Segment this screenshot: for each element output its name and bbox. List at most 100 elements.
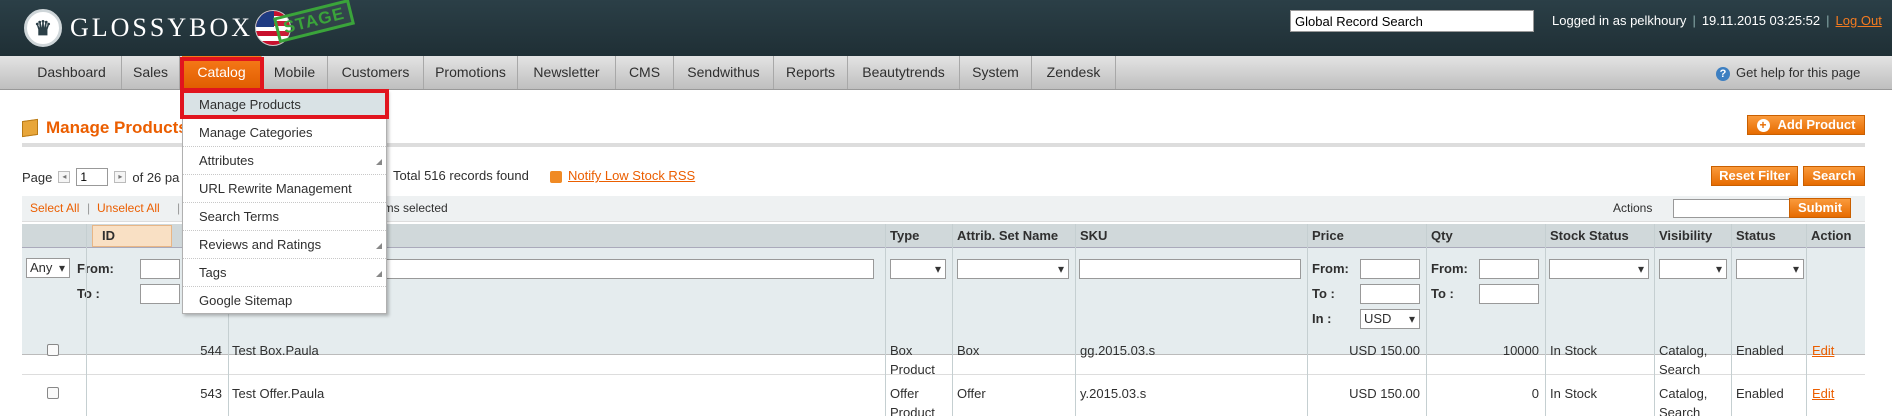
col-header-stock-status[interactable]: Stock Status [1550,228,1629,243]
low-stock-rss-link[interactable]: Notify Low Stock RSS [550,168,695,183]
menu-item-reviews-ratings[interactable]: Reviews and Ratings [183,231,386,259]
price-from-input[interactable] [1360,259,1420,279]
col-header-attrib-set[interactable]: Attrib. Set Name [957,228,1058,243]
column-divider [1806,224,1807,416]
price-currency-select[interactable]: USD [1360,309,1420,329]
id-to-input[interactable] [140,284,180,304]
column-divider [1545,224,1546,416]
row-checkbox[interactable] [47,344,59,356]
qty-from-input[interactable] [1479,259,1539,279]
name-filter-input[interactable] [384,259,874,279]
product-box-icon [22,118,38,138]
select-all-link[interactable]: Select All [30,201,79,215]
prev-page-icon[interactable]: ◂ [58,171,71,183]
column-divider [1731,224,1732,416]
search-button[interactable]: Search [1803,166,1865,186]
col-header-visibility[interactable]: Visibility [1659,228,1712,243]
nav-item-sales[interactable]: Sales [122,56,180,89]
col-header-id[interactable]: ID [102,228,115,243]
separator: | [177,201,181,215]
column-divider [1307,224,1308,416]
row-name: Test Box.Paula [232,343,319,358]
row-sku: gg.2015.03.s [1080,343,1156,358]
submenu-arrow-icon [376,159,382,165]
add-product-label: Add Product [1777,117,1856,132]
column-divider [86,224,87,416]
row-attrib-set: Box [957,343,980,358]
nav-item-mobile[interactable]: Mobile [262,56,328,89]
column-divider [1075,224,1076,416]
help-icon: ? [1716,67,1730,81]
menu-item-label: Attributes [199,153,254,168]
nav-item-sendwithus[interactable]: Sendwithus [674,56,774,89]
add-product-button[interactable]: + Add Product [1747,115,1865,135]
menu-item-label: Reviews and Ratings [199,237,322,252]
logout-link[interactable]: Log Out [1836,13,1882,28]
manage-products-highlight-box [180,89,389,119]
price-to-input[interactable] [1360,284,1420,304]
col-header-price[interactable]: Price [1312,228,1344,243]
table-row[interactable]: 543 Test Offer.Paula Offer Product Offer… [22,375,1865,416]
menu-item-manage-categories[interactable]: Manage Categories [183,119,386,147]
pager: Page ◂ ▸ of 26 pa [22,168,179,186]
next-page-icon[interactable]: ▸ [114,171,127,183]
nav-item-beautytrends[interactable]: Beautytrends [848,56,960,89]
row-attrib-set: Offer [957,386,986,401]
massaction-filter-select[interactable]: Any [26,258,70,278]
sku-filter-input[interactable] [1079,259,1301,279]
stock-status-filter-select[interactable] [1549,259,1649,279]
nav-item-cms[interactable]: CMS [616,56,674,89]
status-filter-select[interactable] [1736,259,1804,279]
col-header-action: Action [1811,228,1852,243]
row-edit-link[interactable]: Edit [1812,341,1834,360]
nav-item-system[interactable]: System [960,56,1032,89]
qty-to-input[interactable] [1479,284,1539,304]
logo-text: GLOSSYBOX [70,13,254,42]
column-divider [885,224,886,416]
price-currency-label: In : [1312,311,1332,326]
page-number-input[interactable] [76,168,109,186]
logo[interactable]: ♛ GLOSSYBOX [24,8,292,48]
col-header-type[interactable]: Type [890,228,919,243]
rss-icon [550,170,562,183]
qty-from-label: From: [1431,261,1468,276]
nav-item-reports[interactable]: Reports [774,56,848,89]
menu-item-tags[interactable]: Tags [183,259,386,287]
plus-icon: + [1756,119,1770,132]
nav-item-customers[interactable]: Customers [328,56,424,89]
id-from-input[interactable] [140,259,180,279]
menu-item-attributes[interactable]: Attributes [183,147,386,175]
separator: | [87,201,91,215]
table-row[interactable]: 544 Test Box.Paula Box Product Box gg.20… [22,332,1865,377]
menu-item-url-rewrite[interactable]: URL Rewrite Management [183,175,386,203]
submenu-arrow-icon [376,271,382,277]
row-type-line1: Box [890,343,913,358]
nav-item-newsletter[interactable]: Newsletter [518,56,616,89]
row-type-line1: Offer [890,386,919,401]
reset-filter-button[interactable]: Reset Filter [1711,166,1798,186]
row-id: 544 [200,343,222,358]
global-search-input[interactable] [1290,10,1534,32]
help-label: Get help for this page [1736,65,1861,80]
col-header-sku[interactable]: SKU [1080,228,1107,243]
page-count-label: of 26 pa [132,169,180,185]
col-header-qty[interactable]: Qty [1431,228,1453,243]
type-filter-select[interactable] [890,259,946,279]
unselect-all-link[interactable]: Unselect All [97,201,160,215]
menu-item-search-terms[interactable]: Search Terms [183,203,386,231]
row-edit-link[interactable]: Edit [1812,384,1834,403]
nav-item-dashboard[interactable]: Dashboard [22,56,122,89]
row-price: USD 150.00 [1349,386,1420,401]
col-header-status[interactable]: Status [1736,228,1776,243]
row-stock-status: In Stock [1550,343,1597,358]
help-link[interactable]: ? Get help for this page [1716,65,1860,81]
nav-item-promotions[interactable]: Promotions [424,56,518,89]
nav-item-zendesk[interactable]: Zendesk [1032,56,1116,89]
attrib-set-filter-select[interactable] [957,259,1069,279]
visibility-filter-select[interactable] [1659,259,1727,279]
menu-item-google-sitemap[interactable]: Google Sitemap [183,287,386,315]
stage-stamp: STAGE [273,0,356,44]
submit-button[interactable]: Submit [1789,198,1851,218]
row-checkbox[interactable] [47,387,59,399]
actions-select[interactable]: ▾ [1673,199,1801,218]
